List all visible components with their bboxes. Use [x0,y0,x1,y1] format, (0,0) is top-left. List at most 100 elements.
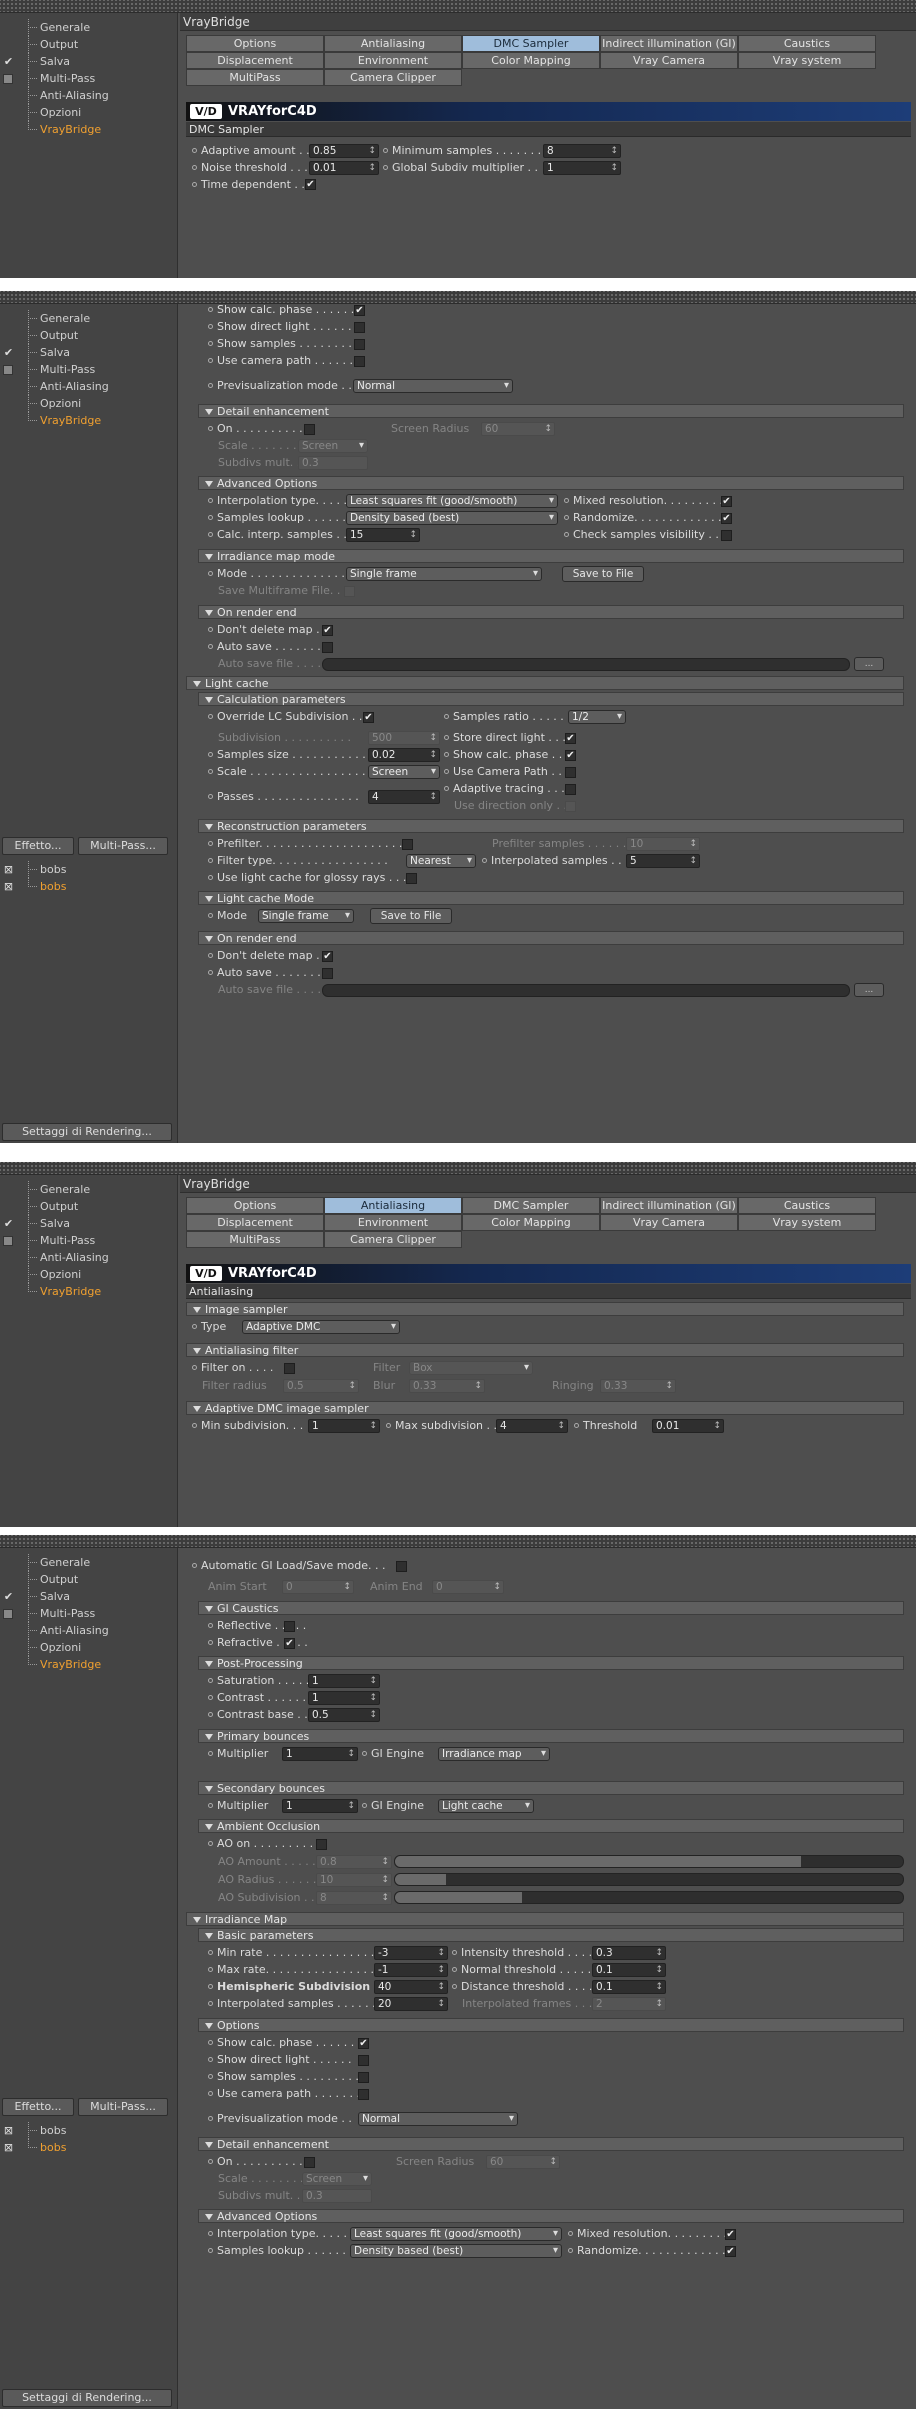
sidebar-item-antialiasing[interactable]: Anti-Aliasing [0,1622,178,1639]
tab-options[interactable]: Options [186,35,324,52]
lc-scale-dropdown[interactable]: Screen [368,765,440,779]
screen-radius-field[interactable]: 60 [481,422,555,436]
reconstruction-parameters-group[interactable]: Reconstruction parameters [198,819,904,833]
check-icon[interactable]: ✔ [3,1591,14,1602]
filter-type-dropdown[interactable]: Nearest [406,854,476,868]
tab-caustics[interactable]: Caustics [738,35,876,52]
sidebar-item-antialiasing[interactable]: Anti-Aliasing [0,87,178,104]
sidebar-item-multipass[interactable]: Multi-Pass [0,1232,178,1249]
effects-button[interactable]: Effetto... [2,837,74,855]
light-cache-group[interactable]: Light cache [186,676,904,690]
panel-grip[interactable] [0,291,916,304]
secondary-bounces-group[interactable]: Secondary bounces [198,1781,904,1795]
subdivs-mult-field[interactable]: 0.3 [302,2189,372,2203]
ambient-occlusion-group[interactable]: Ambient Occlusion [198,1819,904,1833]
prefilter-checkbox[interactable] [402,839,413,850]
tab-multipass[interactable]: MultiPass [186,69,324,86]
ao-on-checkbox[interactable] [316,1839,327,1850]
ao-subdivision-field[interactable]: 8 [316,1891,392,1905]
sidebar-item-multipass[interactable]: Multi-Pass [0,361,178,378]
interp-type-dropdown[interactable]: Least squares fit (good/smooth) [350,2227,562,2241]
calc-interp-samples-field[interactable]: 15 [346,528,420,542]
multipass-button[interactable]: Multi-Pass... [78,2098,168,2116]
tab-displacement[interactable]: Displacement [186,52,324,69]
randomize-checkbox[interactable]: ✔ [725,2246,736,2257]
image-sampler-group[interactable]: Image sampler [186,1302,904,1316]
max-rate-field[interactable]: -1 [374,1963,448,1977]
reflective-checkbox[interactable] [284,1621,295,1632]
hemispheric-subdivision-field[interactable]: 40 [374,1980,448,1994]
min-samples-field[interactable]: 8 [543,144,621,158]
sidebar-item-output[interactable]: Output [0,1198,178,1215]
tab-antialiasing[interactable]: Antialiasing [324,35,462,52]
mixed-resolution-checkbox[interactable]: ✔ [721,496,732,507]
sidebar-item-salva[interactable]: ✔ Salva [0,1588,178,1605]
sidebar-item-opzioni[interactable]: Opzioni [0,1266,178,1283]
lc-auto-save-file-field[interactable] [322,984,850,997]
tab-indirect-illumination[interactable]: Indirect illumination (GI) [600,1197,738,1214]
sidebar-item-vraybridge[interactable]: VrayBridge [0,1656,178,1673]
refractive-checkbox[interactable]: ✔ [284,1638,295,1649]
ao-subdivision-slider[interactable] [394,1891,904,1904]
ao-amount-field[interactable]: 0.8 [316,1855,392,1869]
ringing-field[interactable]: 0.33 [600,1379,676,1393]
basic-parameters-group[interactable]: Basic parameters [198,1928,904,1942]
auto-gi-checkbox[interactable] [396,1561,407,1572]
global-subdiv-field[interactable]: 1 [543,161,621,175]
animation-dot-icon[interactable] [192,164,197,170]
sidebar-item-opzioni[interactable]: Opzioni [0,395,178,412]
samples-lookup-dropdown[interactable]: Density based (best) [346,511,558,525]
min-subdivision-field[interactable]: 1 [308,1419,380,1433]
auto-save-checkbox[interactable] [322,642,333,653]
detail-on-checkbox[interactable] [304,2157,315,2168]
secondary-multiplier-field[interactable]: 1 [282,1799,358,1813]
interpolated-frames-field[interactable]: 2 [592,1997,666,2011]
antialiasing-filter-group[interactable]: Antialiasing filter [186,1343,904,1357]
checkbox-icon[interactable] [3,74,13,84]
lc-mode-dropdown[interactable]: Single frame [258,909,354,923]
adaptive-dmc-group[interactable]: Adaptive DMC image sampler [186,1401,904,1415]
lc-browse-button[interactable]: ... [854,983,884,997]
lc-render-end-group[interactable]: On render end [198,931,904,945]
show-direct-light-checkbox[interactable] [358,2055,369,2066]
previs-mode-dropdown[interactable]: Normal [353,379,513,393]
tab-caustics[interactable]: Caustics [738,1197,876,1214]
min-rate-field[interactable]: -3 [374,1946,448,1960]
anim-start-field[interactable]: 0 [282,1580,354,1594]
animation-dot-icon[interactable] [192,147,197,153]
tab-vray-camera[interactable]: Vray Camera [600,1214,738,1231]
sidebar-item-output[interactable]: Output [0,36,178,53]
screen-radius-field[interactable]: 60 [486,2155,560,2169]
sidebar-item-generale[interactable]: Generale [0,310,178,327]
show-samples-checkbox[interactable] [358,2072,369,2083]
render-settings-button[interactable]: Settaggi di Rendering... [2,1123,172,1141]
sidebar-item-salva[interactable]: ✔ Salva [0,1215,178,1232]
animation-dot-icon[interactable] [192,181,197,187]
check-samples-visibility-checkbox[interactable] [721,530,732,541]
tab-antialiasing[interactable]: Antialiasing [324,1197,462,1214]
use-lc-glossy-checkbox[interactable] [406,873,417,884]
scale-dropdown[interactable]: Screen [302,2172,372,2186]
subdivision-field[interactable]: 500 [368,731,440,745]
gi-caustics-group[interactable]: GI Caustics [198,1601,904,1615]
sidebar-item-multipass[interactable]: Multi-Pass [0,70,178,87]
tab-displacement[interactable]: Displacement [186,1214,324,1231]
primary-bounces-group[interactable]: Primary bounces [198,1729,904,1743]
use-direction-only-checkbox[interactable] [565,801,576,812]
show-direct-light-checkbox[interactable] [354,322,365,333]
intensity-threshold-field[interactable]: 0.3 [592,1946,666,1960]
primary-gi-engine-dropdown[interactable]: Irradiance map [438,1747,550,1761]
calculation-parameters-group[interactable]: Calculation parameters [198,692,904,706]
sidebar-item-salva[interactable]: ✔ Salva [0,53,178,70]
animation-dot-icon[interactable] [383,147,388,153]
auto-save-file-field[interactable] [322,658,850,671]
subdivs-mult-field[interactable]: 0.3 [298,456,368,470]
secondary-gi-engine-dropdown[interactable]: Light cache [438,1799,534,1813]
effects-button[interactable]: Effetto... [2,2098,74,2116]
passes-field[interactable]: 4 [368,790,440,804]
object-item[interactable]: ⊠ bobs [0,878,178,895]
filter-on-checkbox[interactable] [284,1363,295,1374]
mixed-resolution-checkbox[interactable]: ✔ [725,2229,736,2240]
checkbox-icon[interactable] [3,1236,13,1246]
ao-radius-slider[interactable] [394,1873,904,1886]
